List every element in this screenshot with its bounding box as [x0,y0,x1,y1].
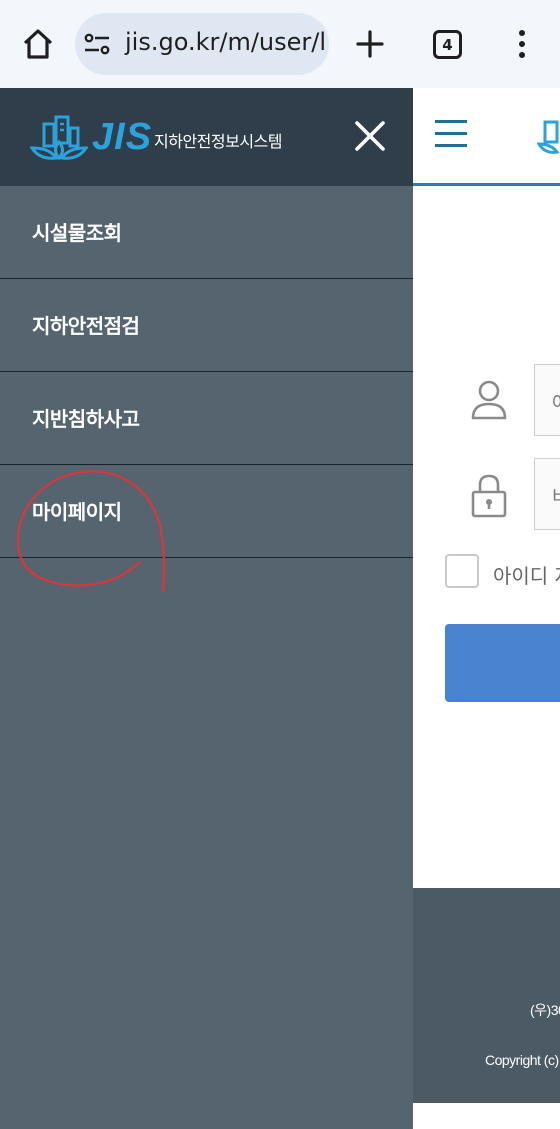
more-menu-icon[interactable] [510,26,534,62]
logo-text: JIS [92,116,153,158]
browser-toolbar: jis.go.kr/m/user/l 4 [0,0,560,88]
menu-item-label: 지반침하사고 [32,407,140,431]
menu-item-underground-inspection[interactable]: 지하안전점검 [0,279,413,372]
id-placeholder: 아 [552,389,560,415]
page-header [413,88,560,186]
footer-address: (우)30 [530,1002,560,1018]
new-tab-icon[interactable] [352,26,388,62]
menu-item-label: 지하안전점검 [32,314,140,338]
logo-subtitle: 지하안전정보시스템 [154,132,282,151]
menu-item-label: 마이페이지 [32,500,122,524]
hamburger-menu-icon[interactable] [435,120,467,148]
remember-id-label: 아이디 저 [493,564,560,588]
tab-count: 4 [442,35,453,54]
lock-icon [471,474,507,518]
jis-logo-icon [537,120,560,154]
address-bar[interactable]: jis.go.kr/m/user/l [75,13,329,75]
tab-switcher-icon[interactable]: 4 [433,30,462,59]
password-placeholder: 비 [552,483,560,509]
login-page: 아 비 아이디 저 (우)30 Copyright (c) M [413,88,560,1129]
menu-item-label: 시설물조회 [32,221,122,245]
url-text: jis.go.kr/m/user/l [125,28,327,56]
close-icon[interactable] [352,118,388,154]
footer-copyright: Copyright (c) M [485,1052,560,1068]
user-icon [471,380,507,420]
side-drawer: JIS 지하안전정보시스템 시설물조회 지하안전점검 지반침하사고 마이페이지 [0,88,413,1129]
login-button[interactable] [445,624,560,702]
password-input[interactable]: 비 [534,458,560,530]
home-icon[interactable] [18,24,58,64]
menu-item-facility-lookup[interactable]: 시설물조회 [0,186,413,279]
remember-id-checkbox[interactable] [445,554,479,588]
site-settings-icon[interactable] [83,30,111,58]
menu-item-my-page[interactable]: 마이페이지 [0,465,413,558]
menu-item-ground-subsidence[interactable]: 지반침하사고 [0,372,413,465]
drawer-header: JIS 지하안전정보시스템 [0,88,413,186]
id-input[interactable]: 아 [534,364,560,436]
jis-logo-icon [30,115,88,161]
page-footer: (우)30 Copyright (c) M [413,888,560,1103]
